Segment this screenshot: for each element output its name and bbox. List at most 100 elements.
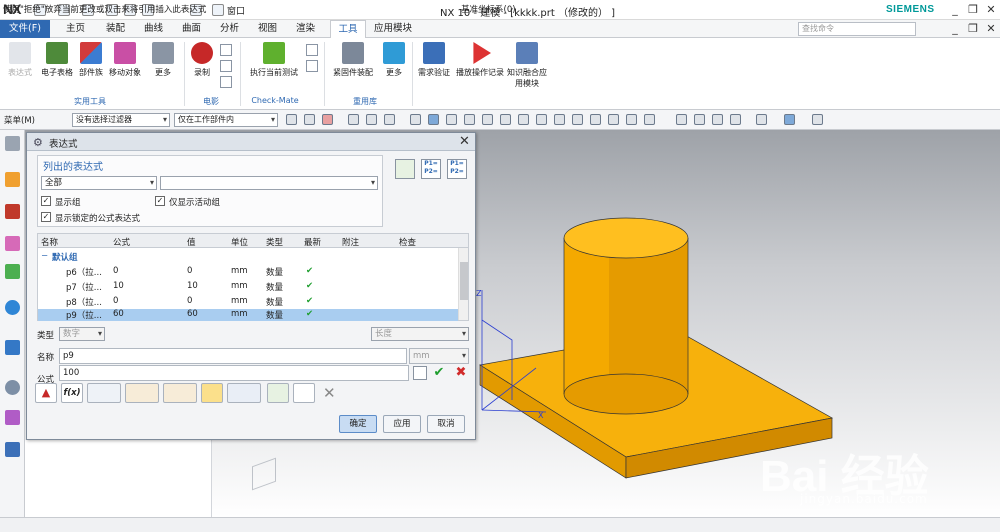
window-icon[interactable] (212, 4, 224, 16)
minimize-icon[interactable]: _ (948, 3, 962, 17)
tab-tools[interactable]: 工具 (330, 20, 366, 38)
snap-point-icon[interactable] (554, 114, 565, 125)
tab-assembly[interactable]: 装配 (102, 20, 129, 38)
snap-point-icon[interactable] (626, 114, 637, 125)
scrollbar-thumb[interactable] (460, 262, 468, 300)
export-icon[interactable] (293, 383, 315, 403)
reference-icon[interactable] (125, 383, 159, 403)
refresh-icon[interactable] (267, 383, 289, 403)
zoom-icon[interactable] (694, 114, 705, 125)
ok-button[interactable]: 确定 (339, 415, 377, 433)
dimension-combo[interactable]: 长度 (371, 327, 469, 341)
select-icon[interactable] (322, 114, 333, 125)
movie-option-icon[interactable] (220, 44, 232, 56)
column-header[interactable]: 值 (187, 236, 196, 248)
dialog-close-icon[interactable]: ✕ (459, 134, 470, 149)
ribbon-minimize-icon[interactable]: _ (948, 22, 962, 36)
show-locked-checkbox[interactable]: ✓ (41, 212, 51, 222)
process-studio-icon[interactable] (5, 410, 20, 425)
measure-icon[interactable] (87, 383, 121, 403)
type-combo[interactable]: 数字 (59, 327, 105, 341)
menu-button[interactable]: 菜单(M) (4, 114, 35, 126)
cancel-button[interactable]: 取消 (427, 415, 465, 433)
restore-icon[interactable]: ❐ (966, 3, 980, 17)
snap-icon[interactable] (304, 114, 315, 125)
assembly-navigator-icon[interactable] (5, 172, 20, 187)
select-box-icon[interactable] (384, 114, 395, 125)
open-file-icon[interactable] (201, 383, 223, 403)
column-header[interactable]: 单位 (231, 236, 248, 248)
pan-icon[interactable] (730, 114, 741, 125)
reuse-library-icon[interactable] (5, 264, 20, 279)
view-icon[interactable] (410, 114, 421, 125)
table-row[interactable]: p6（拉... 0 0 mm 数量 ✔ (38, 264, 458, 279)
dialog-gear-icon[interactable]: ⚙ (33, 136, 43, 149)
list-filter-combo[interactable]: 全部 (41, 176, 157, 190)
tab-view[interactable]: 视图 (254, 20, 281, 38)
play-journal-button[interactable]: 播放操作记录 (454, 42, 506, 78)
tab-render[interactable]: 渲染 (292, 20, 319, 38)
column-header[interactable]: 附注 (342, 236, 359, 248)
knowledge-fusion-button[interactable]: 知识融合应用模块 (506, 42, 548, 89)
3d-part-view[interactable]: Z X (476, 200, 836, 480)
accept-edit-icon[interactable]: ✔ (431, 365, 447, 381)
export-expressions-icon[interactable]: P1= P2= (447, 159, 467, 179)
selection-scope-combo[interactable]: 仅在工作部件内 (174, 113, 278, 127)
movie-option-icon[interactable] (220, 60, 232, 72)
import-expressions-icon[interactable]: P1= P2= (421, 159, 441, 179)
snap-point-icon[interactable] (482, 114, 493, 125)
snap-point-icon[interactable] (500, 114, 511, 125)
rotate-icon[interactable] (712, 114, 723, 125)
navigator-panel[interactable] (25, 440, 212, 517)
select-all-icon[interactable] (348, 114, 359, 125)
history-icon[interactable] (5, 340, 20, 355)
movie-option-icon[interactable] (220, 76, 232, 88)
display-icon[interactable] (812, 114, 823, 125)
select-icon[interactable] (366, 114, 377, 125)
column-header[interactable]: 检查 (399, 236, 416, 248)
delete-icon[interactable]: ✕ (323, 384, 336, 402)
snap-point-icon[interactable] (590, 114, 601, 125)
name-input[interactable]: p9 (59, 348, 407, 364)
fastener-assembly-button[interactable]: 紧固件装配 (330, 42, 376, 78)
snap-point-icon[interactable] (644, 114, 655, 125)
cube-icon[interactable] (428, 114, 439, 125)
close-window-icon[interactable]: ✕ (984, 3, 998, 17)
more-reuse-button[interactable]: 更多 (382, 42, 406, 78)
function-button[interactable]: f(x) (61, 383, 83, 403)
snap-point-icon[interactable] (608, 114, 619, 125)
role-icon[interactable] (5, 442, 20, 457)
constraint-navigator-icon[interactable] (5, 204, 20, 219)
snap-point-icon[interactable] (518, 114, 529, 125)
tab-curve[interactable]: 曲线 (140, 20, 167, 38)
window-menu[interactable]: 窗口 (227, 4, 245, 17)
column-header[interactable]: 最新 (304, 236, 321, 248)
unit-combo[interactable]: mm (409, 348, 469, 364)
edit-formula-icon[interactable] (413, 366, 427, 380)
ribbon-close-icon[interactable]: ✕ (984, 22, 998, 36)
spreadsheet-edit-icon[interactable] (395, 159, 415, 179)
column-header[interactable]: 公式 (113, 236, 130, 248)
column-header[interactable]: 类型 (266, 236, 283, 248)
only-active-group-checkbox[interactable]: ✓ (155, 196, 165, 206)
run-current-test-button[interactable]: 执行当前测试 (245, 42, 303, 78)
expression-button[interactable]: 表达式 (6, 42, 34, 78)
command-search-input[interactable]: 查找命令 (798, 22, 916, 36)
record-button[interactable]: 录制 (190, 42, 214, 78)
move-object-button[interactable]: 移动对象 (106, 42, 144, 78)
check-mate-option-icon[interactable] (306, 60, 318, 72)
snap-icon[interactable] (286, 114, 297, 125)
tab-surface[interactable]: 曲面 (178, 20, 205, 38)
table-scrollbar[interactable] (458, 248, 468, 320)
table-group-row[interactable]: − 默认组 (38, 249, 458, 264)
reject-edit-icon[interactable]: ✖ (453, 365, 469, 381)
render-style-icon[interactable] (756, 114, 767, 125)
show-group-checkbox[interactable]: ✓ (41, 196, 51, 206)
formula-input[interactable]: 100 (59, 365, 409, 381)
fit-view-icon[interactable] (676, 114, 687, 125)
check-mate-option-icon[interactable] (306, 44, 318, 56)
orient-view-icon[interactable] (784, 114, 795, 125)
collapse-icon[interactable]: − (41, 251, 48, 261)
tab-file[interactable]: 文件(F) (0, 20, 50, 38)
ribbon-restore-icon[interactable]: ❐ (966, 22, 980, 36)
